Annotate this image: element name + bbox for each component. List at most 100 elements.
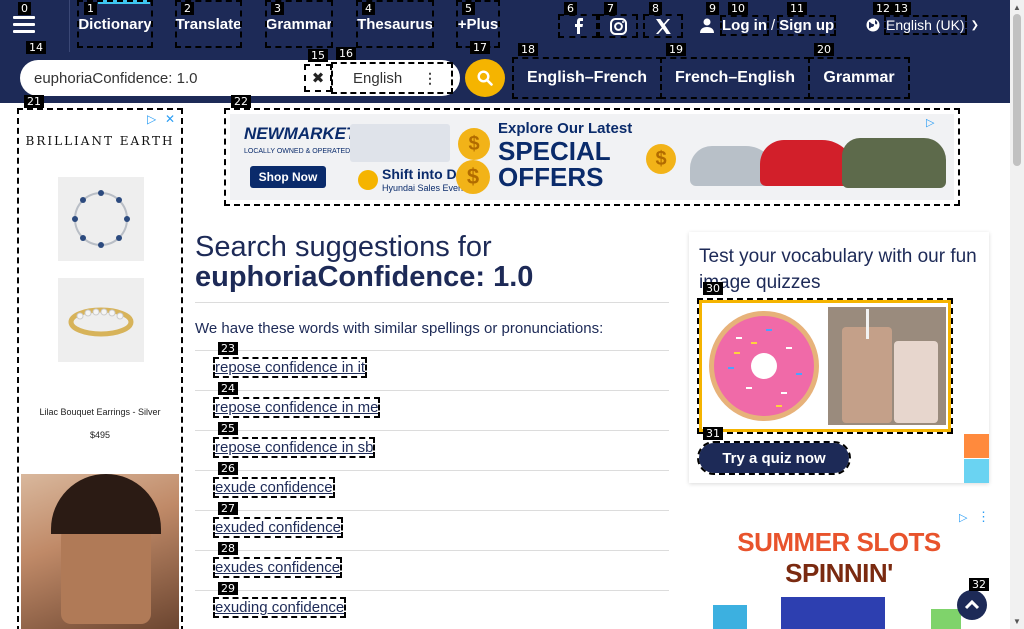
banner-promo-sub: Hyundai Sales Event bbox=[382, 183, 466, 193]
earrings-image bbox=[58, 380, 144, 404]
ad-headline-b: SPINNIN' bbox=[785, 558, 893, 588]
banner-tagline: LOCALLY OWNED & OPERATED bbox=[244, 148, 351, 155]
tag-label: 14 bbox=[26, 41, 46, 54]
clear-search-icon[interactable]: ✖ bbox=[304, 64, 332, 92]
chevron-down-icon: ❯ bbox=[970, 19, 979, 31]
tool-french-english[interactable]: French–English bbox=[660, 57, 810, 99]
tag-label: 9 bbox=[706, 2, 719, 15]
left-advertisement[interactable]: ▷ ✕ BRILLIANT EARTH Lilac Bouquet Earrin… bbox=[17, 108, 183, 629]
ad-product-caption: Lilac Bouquet Earrings - Silver bbox=[39, 407, 161, 417]
user-icon bbox=[700, 18, 714, 33]
adchoices-icon[interactable]: ▷ bbox=[147, 112, 156, 126]
quiz-image-link[interactable] bbox=[697, 298, 953, 434]
divider bbox=[195, 302, 669, 303]
suggestion-link[interactable]: exude confidence bbox=[213, 477, 335, 498]
adchoices-icon[interactable]: ▷ bbox=[926, 116, 934, 129]
chevron-up-icon bbox=[964, 599, 980, 610]
banner-shop-now-button[interactable]: Shop Now bbox=[250, 166, 326, 188]
tag-label: 16 bbox=[336, 47, 356, 60]
divider bbox=[195, 590, 669, 591]
suggestions-intro: We have these words with similar spellin… bbox=[195, 320, 604, 337]
close-ad-icon[interactable]: ✕ bbox=[165, 112, 175, 126]
divider bbox=[195, 470, 669, 471]
try-quiz-button[interactable]: Try a quiz now bbox=[697, 441, 851, 475]
divider bbox=[195, 510, 669, 511]
feedback-tab[interactable] bbox=[964, 459, 989, 483]
auth-links: Log in / Sign up bbox=[700, 13, 837, 37]
search-icon bbox=[477, 70, 493, 86]
tag-label: 29 bbox=[218, 582, 238, 595]
scroll-up-arrow[interactable]: ▲ bbox=[1011, 1, 1023, 13]
scrollbar-thumb[interactable] bbox=[1013, 14, 1021, 166]
tag-label: 3 bbox=[271, 2, 284, 15]
tag-label: 0 bbox=[18, 2, 31, 15]
page-title-query: euphoriaConfidence: 1.0 bbox=[195, 261, 534, 293]
page-title-prefix: Search suggestions for bbox=[195, 231, 492, 263]
ad-headline: SUMMER SLOTS SPINNIN' bbox=[689, 527, 989, 589]
suggestion-link[interactable]: exudes confidence bbox=[212, 557, 343, 578]
banner-headline-big: SPECIAL OFFERS bbox=[498, 136, 611, 192]
tag-label: 19 bbox=[666, 43, 686, 56]
coin-icon: $ bbox=[646, 144, 676, 174]
signup-link[interactable]: Sign up bbox=[777, 14, 837, 36]
suggestion-link[interactable]: repose confidence in sb bbox=[212, 437, 376, 458]
tag-label: 25 bbox=[218, 422, 238, 435]
banner-advertisement[interactable]: NEWMARKET HYUNDAI LOCALLY OWNED & OPERAT… bbox=[224, 108, 960, 206]
more-options-icon: ⋮ bbox=[423, 70, 437, 86]
dictionary-select-value: English bbox=[353, 69, 403, 87]
model-photo bbox=[21, 474, 179, 629]
tag-label: 28 bbox=[218, 542, 238, 555]
tag-label: 27 bbox=[218, 502, 238, 515]
suggestion-link[interactable]: exuding confidence bbox=[212, 597, 347, 618]
ad-product-price: $495 bbox=[89, 430, 111, 440]
tool-grammar[interactable]: Grammar bbox=[808, 57, 910, 99]
suggestion-link[interactable]: repose confidence in me bbox=[212, 397, 381, 418]
tag-label: 24 bbox=[218, 382, 238, 395]
banner-headline-small: Explore Our Latest bbox=[498, 120, 633, 137]
quiz-promo-card: Test your vocabulary with our fun image … bbox=[689, 232, 989, 483]
tag-label: 15 bbox=[308, 49, 328, 62]
tag-label: 17 bbox=[470, 41, 490, 54]
right-advertisement[interactable]: ▷ ⋮ SUMMER SLOTS SPINNIN' bbox=[689, 509, 989, 629]
tag-label: 8 bbox=[649, 2, 662, 15]
menu-icon[interactable] bbox=[11, 12, 37, 38]
tag-label: 32 bbox=[969, 578, 989, 591]
quiz-title: Test your vocabulary with our fun image … bbox=[699, 246, 977, 293]
login-link[interactable]: Log in bbox=[720, 14, 769, 36]
tool-english-french[interactable]: English–French bbox=[512, 57, 662, 99]
scroll-down-arrow[interactable]: ▼ bbox=[1011, 615, 1023, 627]
language-label: English (UK) bbox=[884, 15, 967, 35]
facebook-icon[interactable] bbox=[558, 14, 598, 38]
tag-label: 26 bbox=[218, 462, 238, 475]
more-options-icon[interactable]: ⋮ bbox=[977, 509, 989, 525]
feedback-tab[interactable] bbox=[964, 434, 989, 458]
bracelet-image bbox=[58, 177, 144, 261]
nav-divider bbox=[69, 0, 70, 52]
search-button[interactable] bbox=[465, 59, 505, 97]
tag-label: 13 bbox=[891, 2, 911, 15]
ad-headline-a: SUMMER SLOTS bbox=[737, 527, 941, 557]
ad-brand: BRILLIANT EARTH bbox=[25, 134, 175, 148]
dictionary-select[interactable]: English ⋮ bbox=[331, 62, 453, 94]
tag-label: 21 bbox=[24, 95, 44, 108]
tag-label: 4 bbox=[362, 2, 375, 15]
donut-image bbox=[706, 307, 822, 425]
language-selector[interactable]: English (UK) ❯ bbox=[866, 15, 979, 35]
ad-graphic bbox=[931, 609, 961, 629]
divider bbox=[195, 390, 669, 391]
x-twitter-icon[interactable] bbox=[643, 14, 683, 38]
scroll-to-top-button[interactable] bbox=[957, 590, 987, 620]
page-title: Search suggestions for euphoriaConfidenc… bbox=[195, 232, 533, 292]
tag-label: 20 bbox=[814, 43, 834, 56]
ad-graphic bbox=[713, 605, 747, 629]
suggestion-link[interactable]: exuded confidence bbox=[213, 517, 343, 538]
auth-separator: / bbox=[771, 16, 776, 34]
search-input[interactable] bbox=[34, 66, 302, 90]
adchoices-icon[interactable]: ▷ bbox=[959, 511, 967, 524]
suggestion-link[interactable]: repose confidence in it bbox=[212, 357, 368, 378]
divider bbox=[195, 350, 669, 351]
tag-label: 31 bbox=[703, 427, 723, 440]
tag-label: 23 bbox=[218, 342, 238, 355]
instagram-icon[interactable] bbox=[598, 14, 638, 38]
tag-label: 30 bbox=[703, 282, 723, 295]
